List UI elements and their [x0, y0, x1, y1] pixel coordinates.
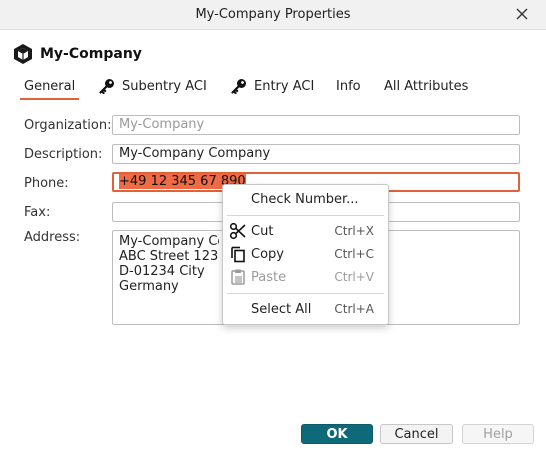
entry-name: My-Company	[40, 46, 142, 62]
menu-item-label: Check Number...	[251, 191, 359, 207]
address-line: Germany	[119, 279, 179, 294]
tab-label: Info	[336, 78, 361, 94]
description-field[interactable]: My-Company Company	[112, 144, 520, 164]
menu-item-shortcut: Ctrl+X	[334, 224, 374, 238]
menu-item-shortcut: Ctrl+V	[334, 270, 374, 284]
menu-separator	[227, 293, 384, 294]
organization-field[interactable]: My-Company	[112, 115, 520, 135]
menu-item-cut[interactable]: Cut Ctrl+X	[223, 220, 388, 242]
phone-label: Phone:	[24, 176, 69, 191]
tab-subentry-aci[interactable]: Subentry ACI	[98, 72, 207, 100]
tab-all-attributes[interactable]: All Attributes	[384, 72, 468, 100]
clipboard-icon	[231, 269, 245, 285]
scissors-icon	[229, 222, 246, 240]
fax-label: Fax:	[24, 205, 51, 220]
menu-item-select-all[interactable]: Select All Ctrl+A	[223, 298, 388, 320]
description-label: Description:	[24, 147, 103, 162]
tab-label: Subentry ACI	[122, 78, 207, 94]
tab-label: General	[24, 78, 76, 94]
key-icon	[231, 79, 246, 95]
tab-label: All Attributes	[384, 78, 469, 94]
menu-item-check-number[interactable]: Check Number...	[223, 188, 388, 210]
menu-item-label: Copy	[251, 246, 284, 262]
window-title: My-Company Properties	[195, 7, 351, 22]
title-bar: My-Company Properties	[0, 0, 546, 30]
address-line: My-Company Company	[119, 234, 219, 249]
menu-item-label: Paste	[251, 269, 287, 285]
context-menu: Check Number... Cut Ctrl+X Copy Ctrl+C P…	[222, 184, 389, 325]
key-icon	[99, 79, 114, 95]
menu-item-copy[interactable]: Copy Ctrl+C	[223, 243, 388, 265]
menu-item-paste[interactable]: Paste Ctrl+V	[223, 266, 388, 288]
address-line: D-01234 City	[119, 264, 205, 279]
menu-item-label: Cut	[251, 223, 274, 239]
menu-item-shortcut: Ctrl+C	[334, 247, 374, 261]
address-label: Address:	[24, 230, 81, 245]
tab-entry-aci[interactable]: Entry ACI	[230, 72, 314, 100]
menu-separator	[227, 215, 384, 216]
menu-item-label: Select All	[251, 301, 312, 317]
tab-info[interactable]: Info	[336, 72, 361, 100]
cube-icon	[14, 44, 32, 64]
organization-label: Organization:	[24, 118, 112, 133]
copy-icon	[231, 246, 245, 263]
tab-general[interactable]: General	[19, 72, 80, 100]
tab-label: Entry ACI	[254, 78, 315, 94]
entry-header: My-Company	[12, 42, 142, 66]
address-line: ABC Street 123	[119, 249, 219, 264]
ok-button[interactable]: OK	[301, 424, 373, 444]
help-button[interactable]: Help	[462, 424, 534, 444]
menu-item-shortcut: Ctrl+A	[334, 302, 374, 316]
close-icon[interactable]	[512, 4, 532, 24]
cancel-button[interactable]: Cancel	[380, 424, 453, 444]
